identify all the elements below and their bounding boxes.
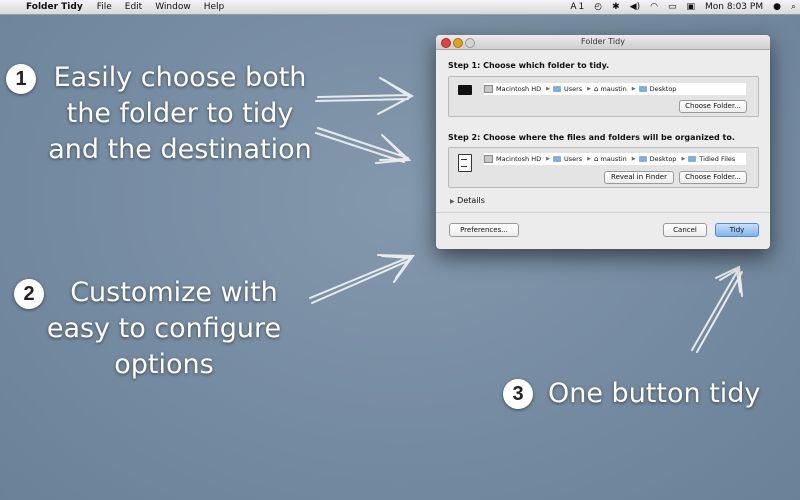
volume-icon[interactable]: ◀) bbox=[630, 2, 640, 12]
path-arrow-icon: ▶ bbox=[631, 156, 636, 162]
minimize-icon[interactable] bbox=[453, 38, 463, 48]
details-disclosure[interactable]: ▶ Details bbox=[450, 196, 485, 205]
path-arrow-icon: ▶ bbox=[587, 156, 592, 162]
folder-icon bbox=[688, 156, 697, 162]
path-arrow-icon: ▶ bbox=[546, 156, 550, 162]
arrow-tidy bbox=[691, 265, 743, 353]
reveal-in-finder-button[interactable]: Reveal in Finder bbox=[604, 171, 674, 184]
preferences-button[interactable]: Preferences... bbox=[449, 223, 519, 237]
step1-path-2: maustin bbox=[600, 85, 627, 93]
callout-1-line-2: the folder to tidy bbox=[66, 98, 294, 129]
step1-path-control[interactable]: Macintosh HD ▶ Users ▶ ⌂ maustin ▶ Deskto… bbox=[484, 83, 746, 95]
callout-1-line-3: and the destination bbox=[48, 134, 312, 165]
callout-1-line-1: Easily choose both bbox=[53, 62, 307, 93]
user-icon[interactable]: ● bbox=[773, 2, 781, 12]
adobe-icon[interactable]: A bbox=[570, 2, 576, 12]
step2-path-0: Macintosh HD bbox=[496, 155, 542, 163]
home-icon: ⌂ bbox=[594, 155, 599, 163]
file-cabinet-icon bbox=[458, 154, 472, 172]
step2-path-2: maustin bbox=[600, 155, 627, 163]
step2-path-3: Desktop bbox=[649, 155, 677, 163]
user-count[interactable]: 1 bbox=[579, 2, 585, 12]
arrow-step1 bbox=[315, 77, 415, 115]
callout-2: Customize with easy to configure options bbox=[34, 275, 294, 383]
callout-1: Easily choose both the folder to tidy an… bbox=[40, 60, 320, 168]
step1-label: Step 1: Choose which folder to tidy. bbox=[448, 61, 610, 70]
step1-path-1: Users bbox=[563, 85, 583, 93]
step1-path-3: Desktop bbox=[649, 85, 677, 93]
divider bbox=[436, 212, 770, 213]
menu-bar: Folder Tidy File Edit Window Help A 1 ◴ … bbox=[0, 0, 800, 15]
callout-number-1: 1 bbox=[6, 64, 36, 94]
folder-icon bbox=[552, 156, 561, 162]
path-arrow-icon: ▶ bbox=[546, 86, 550, 92]
menu-edit[interactable]: Edit bbox=[125, 2, 142, 12]
menu-help[interactable]: Help bbox=[204, 2, 225, 12]
callout-2-line-2: easy to configure bbox=[46, 313, 282, 344]
spotlight-icon[interactable]: ⌕ bbox=[791, 2, 796, 12]
arrow-step2 bbox=[315, 127, 412, 164]
input-source-icon[interactable]: ▣ bbox=[686, 2, 695, 12]
step2-path-1: Users bbox=[563, 155, 583, 163]
menu-file[interactable]: File bbox=[97, 2, 112, 12]
step2-choose-folder-button[interactable]: Choose Folder... bbox=[679, 171, 747, 184]
open-folder-icon bbox=[458, 85, 472, 95]
close-icon[interactable] bbox=[441, 38, 451, 48]
home-icon: ⌂ bbox=[594, 85, 599, 93]
bluetooth-icon[interactable]: ✱ bbox=[612, 2, 620, 12]
step2-path-4: Tidied Files bbox=[699, 155, 736, 163]
cancel-button[interactable]: Cancel bbox=[663, 223, 707, 237]
window-titlebar: Folder Tidy bbox=[436, 35, 770, 50]
time-machine-icon[interactable]: ◴ bbox=[594, 2, 602, 12]
callout-2-line-3: options bbox=[114, 349, 214, 380]
hard-drive-icon bbox=[484, 85, 493, 93]
details-label: Details bbox=[457, 196, 485, 205]
step1-path-0: Macintosh HD bbox=[496, 85, 542, 93]
callout-number-3: 3 bbox=[503, 379, 533, 409]
window-title: Folder Tidy bbox=[581, 37, 625, 46]
menu-extras: A 1 ◴ ✱ ◀) ◠ ▭ ▣ Mon 8:03 PM ● ⌕ bbox=[560, 0, 796, 14]
folder-tidy-window: Folder Tidy Step 1: Choose which folder … bbox=[436, 35, 770, 249]
path-arrow-icon: ▶ bbox=[681, 156, 686, 162]
path-arrow-icon: ▶ bbox=[631, 86, 636, 92]
folder-icon bbox=[638, 86, 647, 92]
step1-choose-folder-button[interactable]: Choose Folder... bbox=[679, 100, 747, 113]
step2-label: Step 2: Choose where the files and folde… bbox=[448, 133, 735, 142]
disclosure-triangle-icon: ▶ bbox=[450, 198, 455, 205]
hard-drive-icon bbox=[484, 155, 493, 163]
path-arrow-icon: ▶ bbox=[587, 86, 592, 92]
folder-icon bbox=[638, 156, 647, 162]
folder-icon bbox=[552, 86, 561, 92]
clock[interactable]: Mon 8:03 PM bbox=[705, 2, 763, 12]
callout-2-line-1: Customize with bbox=[70, 277, 278, 308]
menu-app-name[interactable]: Folder Tidy bbox=[26, 2, 83, 12]
arrow-options bbox=[309, 254, 415, 304]
tidy-button[interactable]: Tidy bbox=[715, 223, 759, 237]
callout-3: One button tidy bbox=[548, 378, 761, 409]
battery-icon[interactable]: ▭ bbox=[668, 2, 677, 12]
step2-path-control[interactable]: Macintosh HD ▶ Users ▶ ⌂ maustin ▶ Deskto… bbox=[484, 153, 746, 165]
menu-window[interactable]: Window bbox=[155, 2, 191, 12]
zoom-icon[interactable] bbox=[465, 38, 475, 48]
wifi-icon[interactable]: ◠ bbox=[650, 2, 658, 12]
